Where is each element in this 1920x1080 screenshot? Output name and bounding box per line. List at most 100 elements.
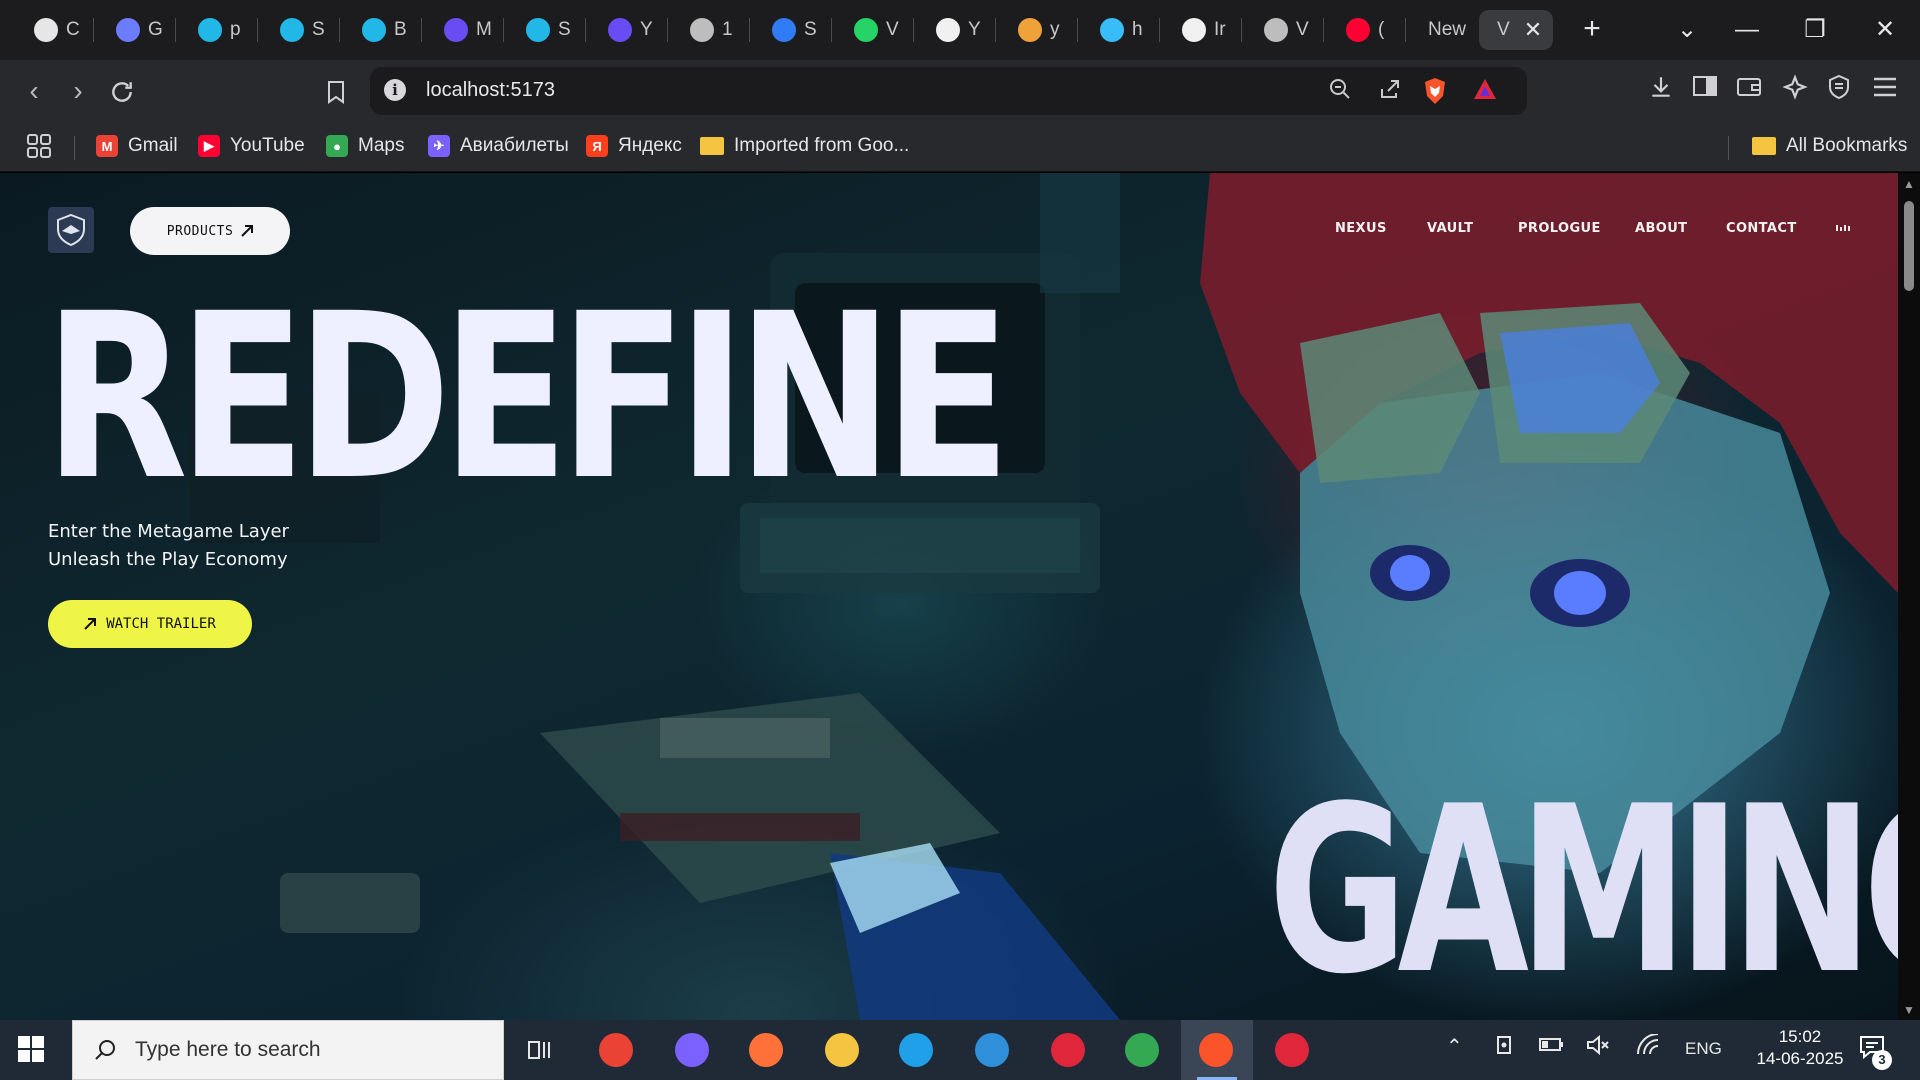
app-icon[interactable]: [1272, 1030, 1312, 1070]
close-window-button[interactable]: ✕: [1860, 12, 1910, 48]
volume-muted-icon[interactable]: [1586, 1034, 1610, 1062]
wifi-icon[interactable]: [1636, 1033, 1662, 1062]
back-button[interactable]: ‹: [14, 72, 54, 112]
browser-tab[interactable]: S: [754, 10, 832, 50]
nav-link-vault[interactable]: VAULT: [1427, 221, 1473, 236]
nav-link-nexus[interactable]: NEXUS: [1335, 221, 1387, 236]
page-scrollbar[interactable]: ▲ ▼: [1898, 173, 1920, 1020]
new-tab-button[interactable]: +: [1572, 12, 1612, 48]
watch-trailer-label: WATCH TRAILER: [106, 616, 216, 632]
vscode-icon[interactable]: [972, 1030, 1012, 1070]
clock-time: 15:02: [1778, 1027, 1822, 1046]
apps-grid-icon[interactable]: [26, 131, 52, 161]
chrome-profile-icon[interactable]: [1122, 1030, 1162, 1070]
bookmark-item[interactable]: ● Maps: [326, 131, 404, 161]
search-icon: [93, 1038, 117, 1062]
chrome-icon[interactable]: [596, 1030, 636, 1070]
leo-ai-icon[interactable]: [1778, 74, 1812, 108]
browser-tab[interactable]: S: [262, 10, 340, 50]
brave-rewards-icon[interactable]: [1470, 77, 1500, 107]
site-logo[interactable]: [48, 207, 94, 253]
site-info-icon[interactable]: i: [384, 79, 406, 101]
wallet-icon[interactable]: [1732, 74, 1766, 108]
browser-tab[interactable]: New: [1410, 10, 1488, 50]
browser-tab[interactable]: Y: [918, 10, 996, 50]
restore-button[interactable]: ❐: [1790, 12, 1840, 48]
browser-tab[interactable]: V: [1246, 10, 1324, 50]
scroll-down-icon[interactable]: ▼: [1902, 1003, 1916, 1017]
scroll-up-icon[interactable]: ▲: [1902, 177, 1916, 191]
brave-icon[interactable]: [1196, 1030, 1236, 1070]
active-tab[interactable]: V ✕: [1479, 10, 1553, 50]
task-view-icon[interactable]: [520, 1030, 560, 1070]
watch-trailer-button[interactable]: WATCH TRAILER: [48, 600, 252, 648]
bookmark-icon: [328, 81, 344, 104]
browser-tab[interactable]: Ir: [1164, 10, 1242, 50]
copilot-icon[interactable]: [672, 1030, 712, 1070]
bookmark-item[interactable]: Imported from Goo...: [700, 131, 909, 161]
close-tab-icon[interactable]: ✕: [1524, 17, 1542, 43]
vpn-icon[interactable]: [1822, 74, 1856, 108]
brave-shields-icon[interactable]: [1420, 77, 1450, 107]
language-indicator[interactable]: ENG: [1685, 1039, 1722, 1059]
bookmark-page-button[interactable]: [316, 72, 356, 112]
zoom-icon[interactable]: [1325, 77, 1355, 107]
share-icon[interactable]: [1375, 77, 1405, 107]
tab-label: New: [1428, 19, 1467, 40]
menu-icon[interactable]: [1868, 74, 1902, 108]
browser-tab[interactable]: V: [836, 10, 914, 50]
browser-tab[interactable]: B: [344, 10, 422, 50]
page-viewport: PRODUCTS NEXUS VAULT PROLOGUE ABOUT CONT…: [0, 173, 1898, 1020]
opera-icon[interactable]: [1048, 1030, 1088, 1070]
github-icon: [936, 18, 960, 42]
notification-center-button[interactable]: 3: [1858, 1034, 1892, 1070]
swirl-icon: [772, 18, 796, 42]
address-bar[interactable]: i localhost:5173: [370, 67, 1527, 115]
bookmark-item[interactable]: M Gmail: [96, 131, 178, 161]
sidebar-icon[interactable]: [1688, 74, 1722, 108]
browser-tab[interactable]: (: [1328, 10, 1406, 50]
amazon-icon: [1018, 18, 1042, 42]
all-bookmarks-folder[interactable]: All Bookmarks: [1752, 131, 1907, 161]
address-url[interactable]: localhost:5173: [426, 79, 555, 102]
nav-link-prologue[interactable]: PROLOGUE: [1518, 221, 1601, 236]
windows-start-button[interactable]: [18, 1036, 44, 1062]
products-button[interactable]: PRODUCTS: [130, 207, 290, 255]
meet-now-icon[interactable]: [1494, 1034, 1516, 1062]
browser-tab[interactable]: Y: [590, 10, 668, 50]
bookmark-item[interactable]: ✈ Авиабилеты: [428, 131, 569, 161]
system-clock[interactable]: 15:02 14-06-2025: [1745, 1026, 1855, 1070]
browser-tab[interactable]: G: [98, 10, 176, 50]
browser-tab[interactable]: y: [1000, 10, 1078, 50]
taskbar-search-box[interactable]: Type here to search: [72, 1020, 504, 1080]
bookmark-item[interactable]: Я Яндекс: [586, 131, 682, 161]
browser-tab[interactable]: p: [180, 10, 258, 50]
downloads-icon[interactable]: [1644, 74, 1678, 108]
browser-tab[interactable]: M: [426, 10, 504, 50]
browser-tab[interactable]: 1: [672, 10, 750, 50]
file-explorer-icon[interactable]: [822, 1030, 862, 1070]
firefox-icon[interactable]: [746, 1030, 786, 1070]
folder-icon: [700, 137, 724, 155]
bookmark-label: Gmail: [128, 135, 178, 156]
nav-link-contact[interactable]: CONTACT: [1726, 221, 1797, 236]
forward-button[interactable]: ›: [58, 72, 98, 112]
nav-link-about[interactable]: ABOUT: [1635, 221, 1687, 236]
scrollbar-thumb[interactable]: [1904, 201, 1914, 291]
tab-label: 1: [722, 19, 733, 40]
battery-icon[interactable]: [1538, 1034, 1564, 1060]
browser-tab[interactable]: h: [1082, 10, 1160, 50]
minimize-button[interactable]: —: [1722, 12, 1772, 48]
tab-search-dropdown-icon[interactable]: ⌄: [1662, 12, 1712, 48]
bookmark-item[interactable]: ▶ YouTube: [198, 131, 305, 161]
tab-label: M: [476, 19, 492, 40]
show-hidden-icons[interactable]: ⌃: [1446, 1034, 1463, 1059]
whatsapp-icon: [854, 18, 878, 42]
reload-button[interactable]: [102, 72, 142, 112]
browser-tab[interactable]: C: [16, 10, 94, 50]
audio-indicator-icon[interactable]: [1836, 225, 1850, 231]
gemini-icon: [116, 18, 140, 42]
browser-tab[interactable]: S: [508, 10, 586, 50]
tab-label: Y: [640, 19, 653, 40]
edge-icon[interactable]: [896, 1030, 936, 1070]
